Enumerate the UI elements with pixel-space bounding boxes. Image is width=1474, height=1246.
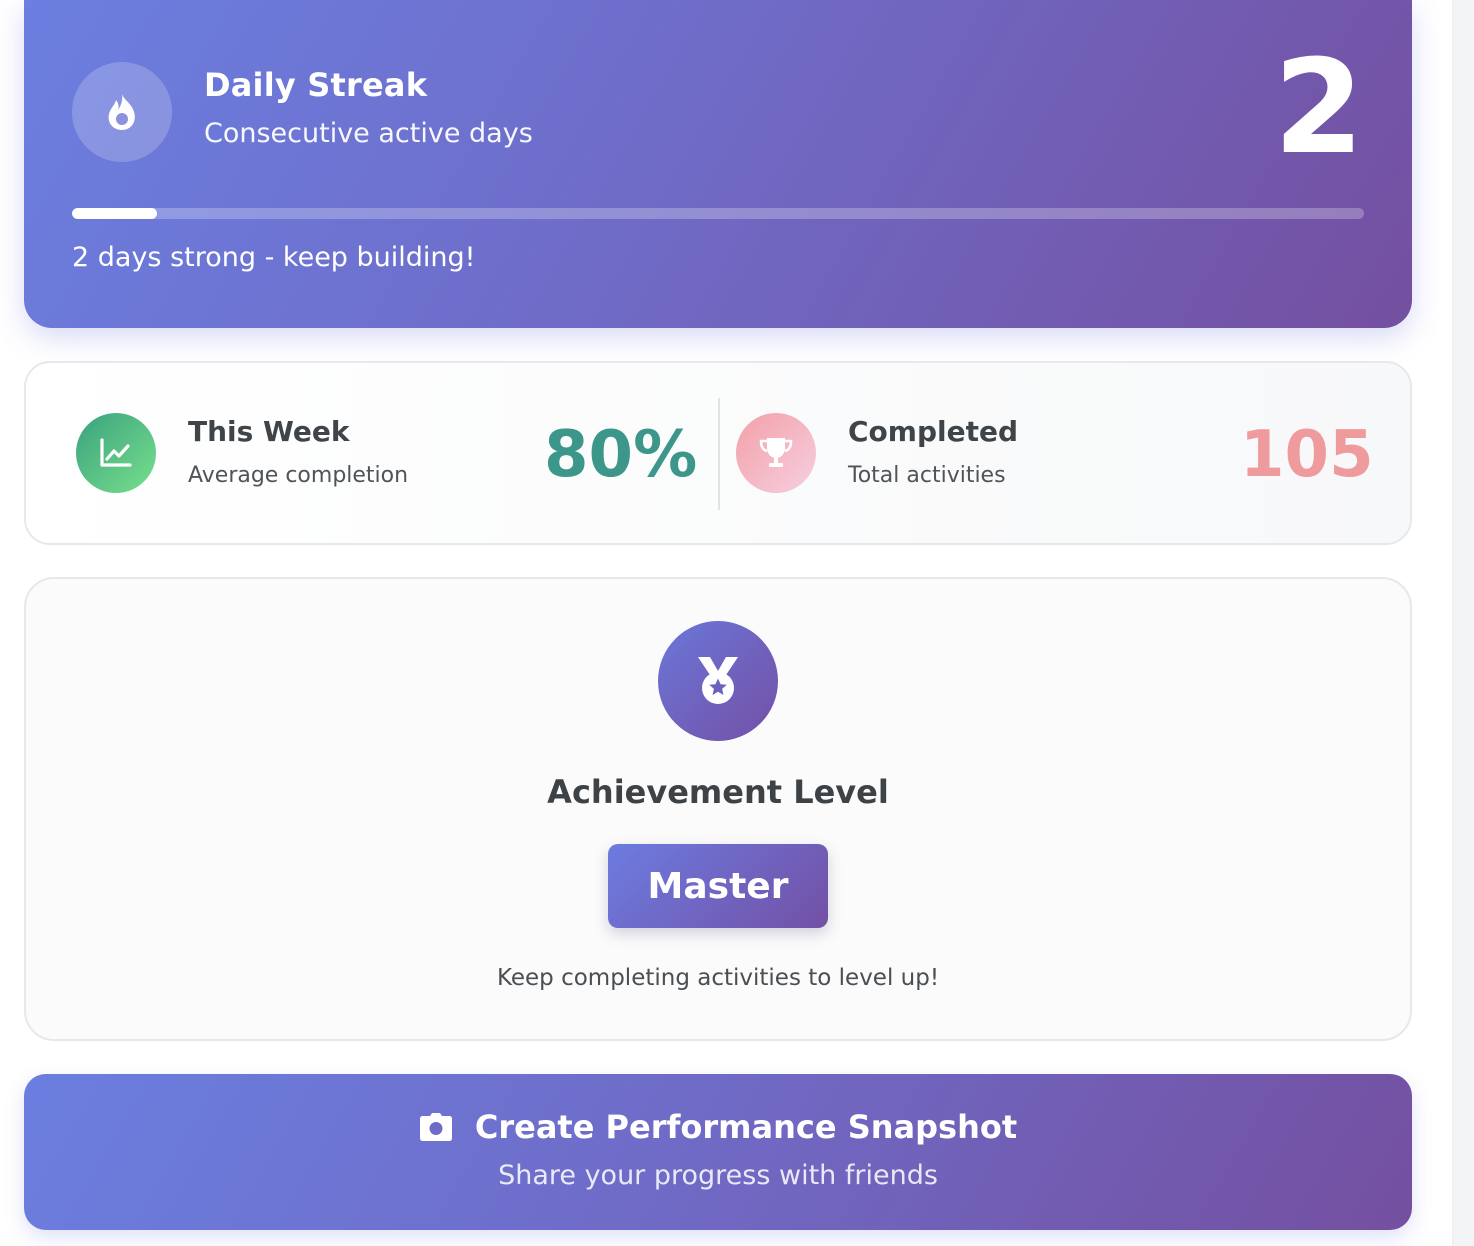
snapshot-row: Create Performance Snapshot	[24, 1108, 1412, 1146]
level-badge: Master	[608, 844, 828, 928]
completed-value: 105	[1240, 418, 1374, 492]
stats-card: This Week Average completion 80% Complet…	[24, 361, 1412, 545]
streak-subtitle: Consecutive active days	[204, 118, 533, 149]
fire-icon	[108, 94, 135, 130]
completed-icon-container	[736, 413, 816, 493]
chart-line-icon	[100, 438, 132, 467]
medal-icon	[698, 657, 738, 704]
medal-icon-container	[658, 621, 778, 741]
achievement-title: Achievement Level	[547, 773, 889, 811]
week-value: 80%	[544, 418, 698, 492]
streak-progress-bar	[72, 208, 1364, 219]
streak-count: 2	[1273, 31, 1364, 183]
camera-icon	[419, 1113, 452, 1141]
achievement-card: Achievement Level Master Keep completing…	[24, 577, 1412, 1041]
week-subtitle: Average completion	[188, 463, 409, 488]
daily-streak-card: Daily Streak Consecutive active days 2 2…	[24, 0, 1412, 328]
achievement-hint: Keep completing activities to level up!	[496, 965, 940, 991]
streak-progress-fill	[72, 208, 158, 219]
stats-divider	[718, 398, 720, 510]
snapshot-subtitle: Share your progress with friends	[498, 1160, 938, 1191]
streak-message: 2 days strong - keep building!	[72, 242, 476, 273]
streak-icon-container	[72, 62, 172, 162]
streak-title: Daily Streak	[204, 66, 428, 104]
scrollbar-track[interactable]	[1452, 0, 1474, 1246]
snapshot-label: Create Performance Snapshot	[474, 1108, 1018, 1146]
trophy-icon	[759, 438, 793, 467]
week-title: This Week	[188, 415, 350, 448]
week-icon-container	[76, 413, 156, 493]
completed-title: Completed	[848, 415, 1019, 448]
completed-subtitle: Total activities	[848, 463, 1006, 488]
create-snapshot-button[interactable]: Create Performance Snapshot Share your p…	[24, 1074, 1412, 1230]
